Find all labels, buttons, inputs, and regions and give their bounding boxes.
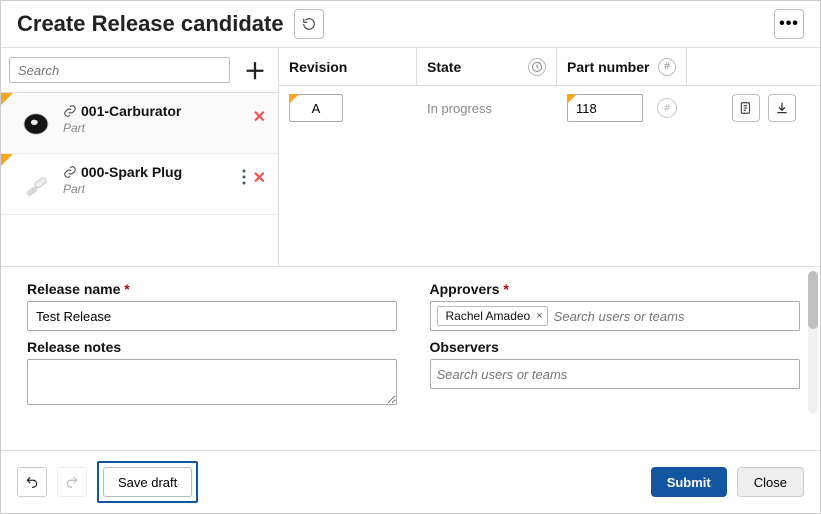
grid-header: Revision State Part number # — [279, 48, 820, 86]
part-thumbnail — [17, 166, 55, 204]
remove-part-button[interactable]: ✕ — [253, 107, 266, 127]
part-name: 000-Spark Plug — [81, 164, 182, 180]
part-thumbnail — [17, 105, 55, 143]
part-item[interactable]: 001-Carburator Part ✕ — [1, 93, 278, 154]
part-type: Part — [63, 182, 233, 196]
dialog-header: Create Release candidate ••• — [1, 1, 820, 47]
generate-pn-button[interactable]: # — [657, 98, 677, 118]
col-part-number: Part number — [567, 59, 649, 75]
release-notes-label: Release notes — [27, 339, 400, 355]
state-help-icon[interactable] — [528, 58, 546, 76]
remove-approver-button[interactable]: × — [536, 310, 542, 322]
release-candidate-dialog: Create Release candidate ••• ＋ — [0, 0, 821, 514]
observers-search[interactable] — [437, 365, 793, 384]
col-revision: Revision — [289, 59, 347, 75]
row-notes-button[interactable] — [732, 94, 760, 122]
approver-tag-label: Rachel Amadeo — [446, 309, 531, 323]
release-name-label: Release name * — [27, 281, 400, 297]
notes-icon — [739, 101, 753, 115]
release-name-input[interactable] — [27, 301, 397, 331]
approvers-search[interactable] — [554, 307, 793, 326]
part-number-help-icon[interactable]: # — [658, 58, 676, 76]
dialog-title: Create Release candidate — [17, 11, 284, 37]
dialog-footer: Save draft Submit Close — [1, 450, 820, 513]
parts-list: 001-Carburator Part ✕ — [1, 93, 278, 266]
release-form: Release name * Release notes Approvers *… — [1, 267, 820, 418]
remove-part-button[interactable]: ✕ — [253, 168, 266, 188]
parts-sidebar: ＋ 001-Car — [1, 48, 279, 266]
part-revision-options-button[interactable] — [241, 169, 247, 188]
part-type: Part — [63, 121, 245, 135]
close-button[interactable]: Close — [737, 467, 804, 497]
parts-search-input[interactable] — [9, 57, 230, 83]
submit-button[interactable]: Submit — [651, 467, 727, 497]
save-draft-highlight: Save draft — [97, 461, 198, 503]
part-name: 001-Carburator — [81, 103, 181, 119]
approvers-input[interactable]: Rachel Amadeo × — [430, 301, 800, 331]
approver-tag: Rachel Amadeo × — [437, 306, 548, 326]
revision-input[interactable] — [289, 94, 343, 122]
refresh-button[interactable] — [294, 9, 324, 39]
row-download-button[interactable] — [768, 94, 796, 122]
vertical-dots-icon — [241, 169, 247, 185]
form-scrollbar[interactable] — [808, 271, 818, 414]
release-notes-input[interactable] — [27, 359, 397, 405]
link-icon — [63, 104, 77, 118]
more-menu-button[interactable]: ••• — [774, 9, 804, 39]
link-icon — [63, 165, 77, 179]
undo-button[interactable] — [17, 467, 47, 497]
refresh-icon — [302, 17, 316, 31]
modified-indicator-icon — [1, 93, 13, 105]
modified-indicator-icon — [1, 154, 13, 166]
more-icon: ••• — [779, 15, 799, 33]
scrollbar-thumb[interactable] — [808, 271, 818, 329]
part-number-input[interactable] — [567, 94, 643, 122]
observers-label: Observers — [430, 339, 803, 355]
redo-icon — [65, 475, 79, 489]
approvers-label: Approvers * — [430, 281, 803, 297]
add-part-button[interactable]: ＋ — [240, 54, 270, 86]
undo-icon — [25, 475, 39, 489]
state-text: In progress — [427, 101, 492, 116]
download-icon — [775, 101, 789, 115]
save-draft-button[interactable]: Save draft — [103, 467, 192, 497]
observers-input[interactable] — [430, 359, 800, 389]
part-item[interactable]: 000-Spark Plug Part ✕ — [1, 154, 278, 215]
redo-button — [57, 467, 87, 497]
col-state: State — [427, 59, 461, 75]
grid-row: In progress # — [279, 86, 820, 130]
